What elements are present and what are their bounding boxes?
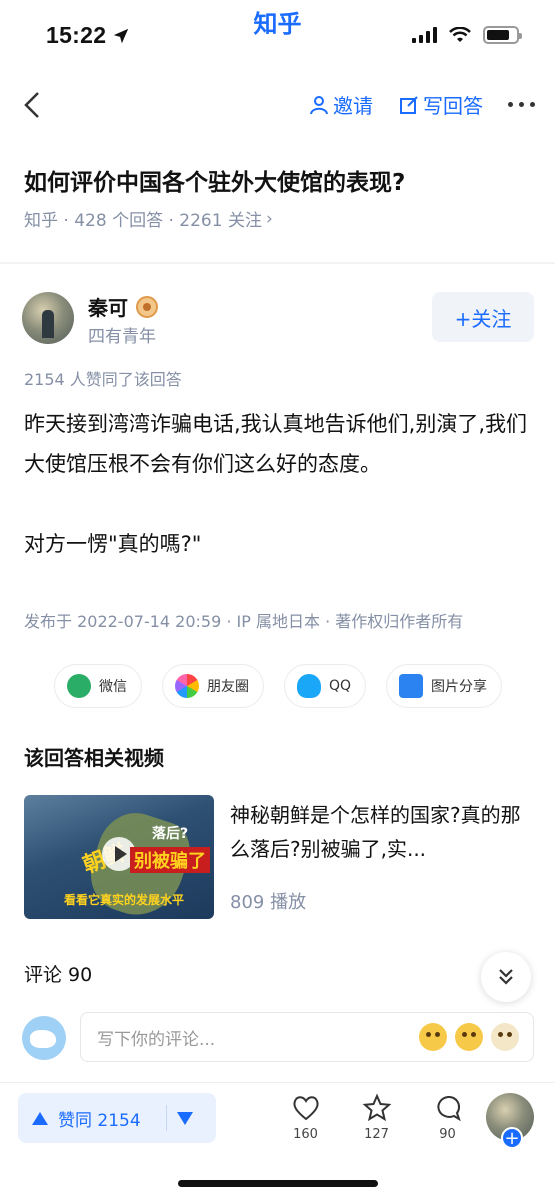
votes-summary: 2154 人赞同了该回答	[24, 370, 182, 389]
back-chevron-icon[interactable]	[22, 90, 42, 120]
author-bio: 四有青年	[88, 327, 156, 347]
related-video-heading: 该回答相关视频	[24, 746, 164, 770]
share-label: 图片分享	[431, 679, 488, 695]
home-indicator	[178, 1180, 378, 1187]
signal-icon	[412, 27, 437, 43]
edit-icon	[400, 95, 418, 114]
share-label: 朋友圈	[207, 679, 249, 695]
question-header: 如何评价中国各个驻外大使馆的表现? 知乎 · 428 个回答 · 2261 关注…	[24, 166, 534, 231]
like-count: 160	[293, 1127, 318, 1142]
video-title[interactable]: 神秘朝鲜是个怎样的国家?真的那么落后?别被骗了,实...	[230, 798, 535, 866]
wifi-icon	[449, 27, 471, 42]
divider	[0, 262, 555, 264]
question-meta[interactable]: 知乎 · 428 个回答 · 2261 关注 ›	[24, 206, 534, 232]
share-wechat-button[interactable]: 微信	[54, 664, 142, 708]
person-icon	[310, 95, 328, 114]
plus-icon[interactable]: +	[501, 1127, 523, 1149]
follow-button[interactable]: +关注	[432, 292, 534, 342]
comment-count: 90	[439, 1127, 456, 1142]
answer-paragraph: 对方一愣"真的嗎?"	[24, 532, 202, 556]
like-button[interactable]: 160	[270, 1093, 341, 1142]
laughing-emoji-icon[interactable]	[455, 1023, 483, 1051]
badge-icon	[136, 295, 158, 318]
chevron-right-icon: ›	[265, 208, 273, 229]
share-row: 微信 朋友圈 QQ 图片分享	[54, 664, 503, 708]
status-bar: 15:22 知乎	[0, 0, 555, 70]
answer-body: 昨天接到湾湾诈骗电话,我认真地告诉他们,别演了,我们大使馆压根不会有你们这么好的…	[24, 404, 534, 604]
share-label: QQ	[329, 678, 352, 694]
video-thumbnail[interactable]: 朝鲜 落后? 别被骗了 看看它真实的发展水平	[24, 795, 214, 919]
wechat-icon	[67, 674, 91, 698]
share-moments-button[interactable]: 朋友圈	[162, 664, 264, 708]
upvote-icon	[32, 1111, 48, 1125]
question-meta-text: 知乎 · 428 个回答 · 2261 关注	[24, 211, 262, 231]
invite-button[interactable]: 邀请	[309, 90, 373, 119]
moments-icon	[175, 674, 199, 698]
video-play-count: 809 播放	[230, 892, 307, 913]
vote-pill: 赞同 2154	[18, 1093, 216, 1143]
comment-placeholder: 写下你的评论...	[97, 1029, 216, 1050]
battery-icon	[483, 26, 522, 44]
author-avatar[interactable]	[22, 292, 74, 344]
heart-icon	[292, 1096, 319, 1121]
author-name[interactable]: 秦可	[88, 292, 128, 321]
author-row: 秦可 四有青年 +关注	[22, 290, 534, 350]
author-name-row: 秦可	[88, 292, 158, 321]
publish-info: 发布于 2022-07-14 20:59 · IP 属地日本 · 著作权归作者所…	[24, 612, 464, 631]
share-picture-button[interactable]: 图片分享	[386, 664, 503, 708]
comment-input[interactable]: 写下你的评论...	[80, 1012, 534, 1062]
top-nav: 邀请 写回答	[0, 80, 555, 130]
more-options-icon[interactable]	[508, 102, 535, 107]
answer-paragraph: 昨天接到湾湾诈骗电话,我认真地告诉他们,别演了,我们大使馆压根不会有你们这么好的…	[24, 412, 528, 476]
upvote-label: 赞同 2154	[58, 1110, 141, 1131]
nav-actions: 邀请 写回答	[309, 90, 483, 119]
double-chevron-down-icon	[499, 969, 513, 985]
comments-heading: 评论 90	[24, 964, 93, 986]
qq-icon	[297, 674, 321, 698]
favorite-count: 127	[364, 1127, 389, 1142]
thumbnail-text: 落后?	[152, 826, 189, 842]
comment-button[interactable]: 90	[412, 1093, 483, 1142]
thumbnail-text: 别被骗了	[130, 847, 210, 873]
user-avatar	[22, 1016, 66, 1060]
scroll-down-button[interactable]	[481, 952, 531, 1002]
upvote-button[interactable]: 赞同 2154	[18, 1106, 166, 1131]
crying-emoji-icon[interactable]	[419, 1023, 447, 1051]
thumbnail-text: 看看它真实的发展水平	[64, 893, 185, 907]
write-answer-button[interactable]: 写回答	[399, 90, 483, 119]
bar-actions: 160 127 90	[270, 1093, 483, 1142]
picture-icon	[399, 674, 424, 698]
comment-input-row: 写下你的评论...	[22, 1012, 534, 1064]
write-answer-label: 写回答	[423, 94, 483, 118]
question-title[interactable]: 如何评价中国各个驻外大使馆的表现?	[24, 166, 534, 200]
emoji-shortcuts	[419, 1023, 519, 1051]
share-label: 微信	[99, 679, 127, 695]
face-emoji-icon[interactable]	[491, 1023, 519, 1051]
star-icon	[362, 1093, 391, 1122]
comment-bubble-icon	[436, 1095, 461, 1122]
share-qq-button[interactable]: QQ	[284, 664, 367, 708]
favorite-button[interactable]: 127	[341, 1093, 412, 1142]
status-icons	[412, 26, 522, 44]
vote-separator	[166, 1105, 167, 1131]
downvote-icon[interactable]	[177, 1111, 193, 1125]
invite-label: 邀请	[333, 94, 373, 118]
